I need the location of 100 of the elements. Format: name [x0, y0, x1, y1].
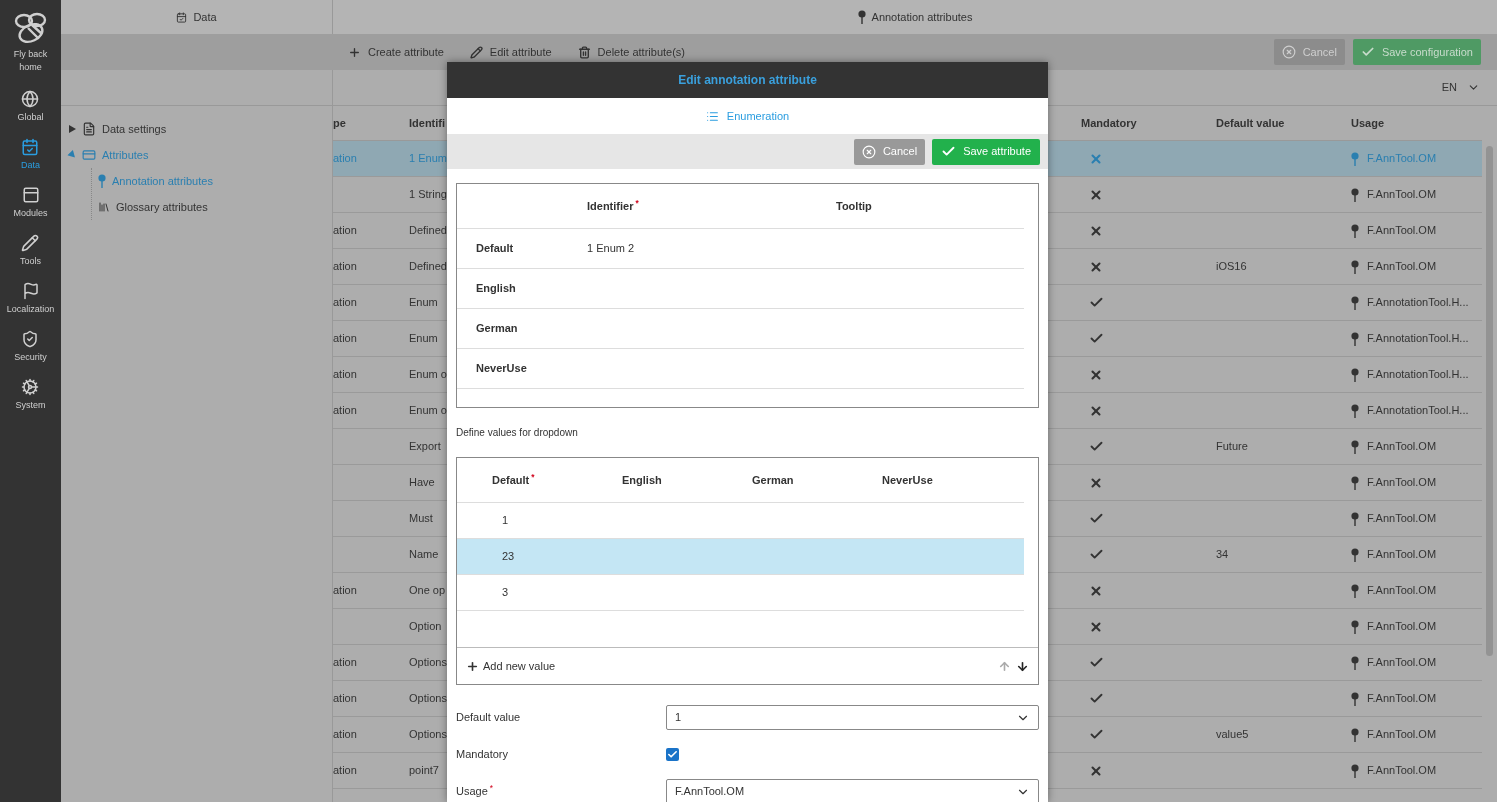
globe-icon	[21, 90, 40, 108]
toolbar-button[interactable]: Create attribute	[348, 43, 444, 61]
plus-icon	[466, 659, 479, 673]
column-header: Identifi	[409, 115, 447, 131]
tree-item[interactable]: Data settings	[102, 120, 167, 138]
pin-icon	[1351, 511, 1359, 526]
column-header: German	[751, 472, 795, 488]
nav-item[interactable]: Security	[14, 330, 47, 368]
table-cell: ation	[333, 404, 357, 417]
table-cell-text: F.AnnTool.OM	[1367, 619, 1437, 635]
column-header: Usage	[1351, 115, 1386, 131]
nav-item[interactable]: Tools	[20, 234, 41, 272]
table-cell: 1 Enum	[409, 152, 447, 165]
nav-item[interactable]: System	[15, 378, 46, 416]
trash-icon	[577, 45, 591, 59]
table-cell-text: F.AnnTool.OM	[1367, 655, 1437, 671]
table-cell: 34	[1216, 548, 1229, 561]
table-cell: Name	[409, 548, 439, 561]
nav-item[interactable]: Global	[17, 90, 44, 128]
scrollbar[interactable]	[1486, 146, 1493, 656]
table-cell-text: F.AnnTool.OM	[1367, 151, 1437, 167]
field-label: Mandatory	[456, 747, 509, 763]
table-cell-text: F.AnnTool.OM	[1367, 259, 1437, 275]
table-cell: Defined	[409, 224, 447, 237]
value-row[interactable]: 23	[457, 539, 1024, 575]
checkbox[interactable]	[666, 748, 679, 761]
identifier-field[interactable]: 1 Enum 2	[587, 240, 635, 257]
table-cell: ation	[333, 728, 357, 741]
cross-icon	[1089, 187, 1103, 202]
column-header: Tooltip	[836, 198, 872, 214]
table-cell: ation	[333, 152, 357, 165]
calendar-icon	[176, 11, 188, 23]
column-header: Default$^{*}$	[491, 471, 536, 488]
table-cell-text: F.AnnTool.OM	[1367, 583, 1437, 599]
arrow-down-icon[interactable]	[1016, 659, 1029, 673]
table-cell: Have	[409, 476, 435, 489]
nav-item[interactable]: Data	[21, 138, 40, 176]
select-field[interactable]: 1	[666, 705, 1039, 730]
pin-icon	[1351, 691, 1359, 706]
caret-icon[interactable]	[69, 125, 76, 133]
check-icon	[1089, 727, 1104, 742]
cross-icon	[1089, 259, 1103, 274]
table-cell: One op	[409, 584, 446, 597]
check-icon	[1360, 45, 1375, 59]
select-field[interactable]: F.AnnTool.OM	[666, 779, 1039, 802]
nav-label[interactable]: Fly back home	[8, 48, 53, 74]
table-cell: ation	[333, 224, 357, 237]
add-value-button[interactable]: Add new value	[466, 657, 556, 675]
column-header: pe	[333, 115, 347, 131]
table-cell-text: F.AnnotationTool.H...	[1367, 367, 1469, 383]
table-cell: Enum	[409, 296, 438, 309]
bee-logo-icon[interactable]	[13, 12, 48, 44]
check-icon	[1089, 655, 1104, 670]
table-cell: Export	[409, 440, 441, 453]
nav-item[interactable]: Modules	[13, 186, 48, 224]
table-cell-text: F.AnnTool.OM	[1367, 475, 1437, 491]
row-label: English	[475, 281, 517, 297]
field-label: Default value	[456, 710, 522, 726]
tree-item[interactable]: Glossary attributes	[116, 198, 208, 216]
table-cell-text: F.AnnTool.OM	[1367, 187, 1437, 203]
table-cell-text: 1	[501, 513, 509, 529]
books-icon	[98, 201, 110, 213]
table-cell: Options	[409, 692, 447, 705]
table-cell: Defined	[409, 260, 447, 273]
table-cell: point7	[409, 764, 439, 777]
row-label: German	[475, 321, 519, 337]
table-cell: Enum	[409, 332, 438, 345]
table-cell: Enum o	[409, 368, 447, 381]
cross-icon	[1089, 475, 1103, 490]
table-cell-text: F.AnnTool.OM	[1367, 511, 1437, 527]
table-cell-text: F.AnnTool.OM	[1367, 547, 1437, 563]
value-row[interactable]: 3	[457, 575, 1024, 611]
table-cell-text: F.AnnTool.OM	[1367, 223, 1437, 239]
check-icon	[1089, 511, 1104, 526]
field-label: Usage$^{*}$	[456, 783, 494, 800]
table-cell: ation	[333, 332, 357, 345]
table-cell: Must	[409, 512, 433, 525]
pin-icon	[1351, 547, 1359, 562]
dialog-title: Edit annotation attribute	[678, 72, 817, 89]
cross-icon	[1089, 403, 1103, 418]
check-icon	[1089, 691, 1104, 706]
pin-icon	[1351, 583, 1359, 598]
pin-icon	[857, 10, 866, 24]
table-cell: Option	[409, 620, 442, 633]
close-icon	[861, 144, 876, 159]
close-icon	[1281, 45, 1296, 59]
table-cell: ation	[333, 656, 357, 669]
pin-icon	[1351, 727, 1359, 742]
language-dropdown[interactable]: EN	[1441, 79, 1480, 96]
toolbar-button[interactable]: Delete attribute(s)	[577, 43, 686, 61]
table-cell-text: F.AnnTool.OM	[1367, 727, 1437, 743]
check-icon	[1089, 295, 1104, 310]
nav-item[interactable]: Localization	[6, 282, 55, 320]
check-icon	[1089, 439, 1104, 454]
document-icon	[82, 122, 96, 136]
row-label: NeverUse	[475, 361, 528, 377]
table-cell: ation	[333, 296, 357, 309]
table-cell: 1 String	[409, 188, 447, 201]
toolbar-button[interactable]: Edit attribute	[469, 43, 552, 61]
pin-icon	[1351, 223, 1359, 238]
